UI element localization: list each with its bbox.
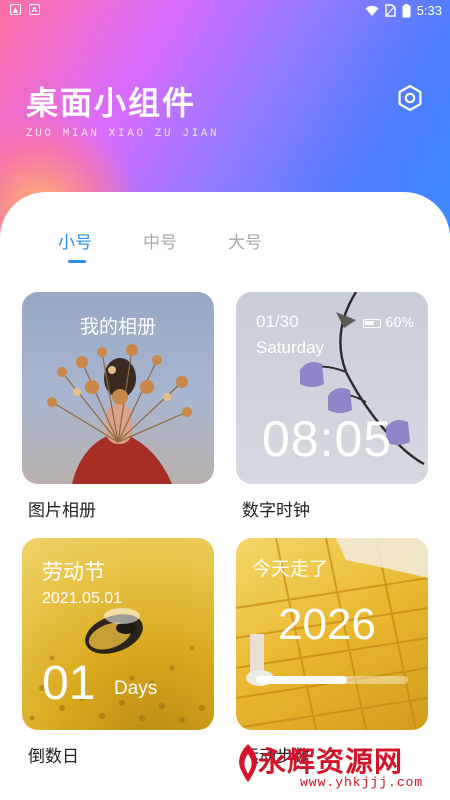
tab-large[interactable]: 大号 [228, 228, 262, 253]
status-bar: ▲ A 5:33 [0, 0, 450, 22]
clock-weekday: Saturday [256, 338, 325, 357]
countdown-widget[interactable]: 劳动节 2021.05.01 01 Days [22, 538, 214, 730]
countdown-widget-label: 倒数日 [28, 747, 79, 767]
no-sim-icon [384, 4, 396, 17]
countdown-unit: Days [114, 678, 158, 699]
status-time: 5:33 [416, 3, 442, 18]
tab-medium[interactable]: 中号 [143, 228, 177, 253]
album-widget-title: 我的相册 [79, 316, 156, 338]
steps-progress-bar [256, 676, 408, 684]
clock-battery-percent: 60% [385, 316, 414, 331]
countdown-date: 2021.05.01 [42, 590, 123, 607]
countdown-days: 01 [42, 657, 96, 710]
page-title: 桌面小组件 [26, 84, 197, 122]
countdown-title: 劳动节 [42, 560, 105, 584]
wifi-icon [365, 5, 379, 16]
a-icon: A [29, 4, 40, 15]
step-counter-widget[interactable]: 今天走了 2026 [236, 538, 428, 730]
battery-icon [363, 319, 382, 328]
clock-widget-label: 数字时钟 [242, 501, 310, 521]
photo-album-widget[interactable]: 我的相册 [22, 292, 214, 484]
image-icon: ▲ [10, 4, 21, 15]
battery-icon [402, 3, 411, 17]
size-tabs: 小号 中号 大号 [0, 228, 450, 268]
clock-time: 08:05 [262, 411, 393, 467]
settings-hexagon-icon[interactable] [396, 84, 424, 112]
tab-small[interactable]: 小号 [58, 228, 92, 253]
watermark-text: 永辉资源网 [258, 745, 404, 778]
steps-count: 2026 [278, 600, 376, 649]
active-tab-indicator [68, 260, 86, 263]
page-subtitle: ZUO MIAN XIAO ZU JIAN [26, 128, 220, 140]
steps-progress-fill [256, 676, 348, 684]
digital-clock-widget[interactable]: 01/30 Saturday 60% 08:05 [236, 292, 428, 484]
watermark-url: www.yhkjjj.com [300, 775, 424, 790]
clock-date: 01/30 [256, 312, 299, 331]
album-widget-label: 图片相册 [28, 501, 96, 521]
steps-title: 今天走了 [252, 558, 329, 580]
clock-battery: 60% [363, 316, 414, 331]
